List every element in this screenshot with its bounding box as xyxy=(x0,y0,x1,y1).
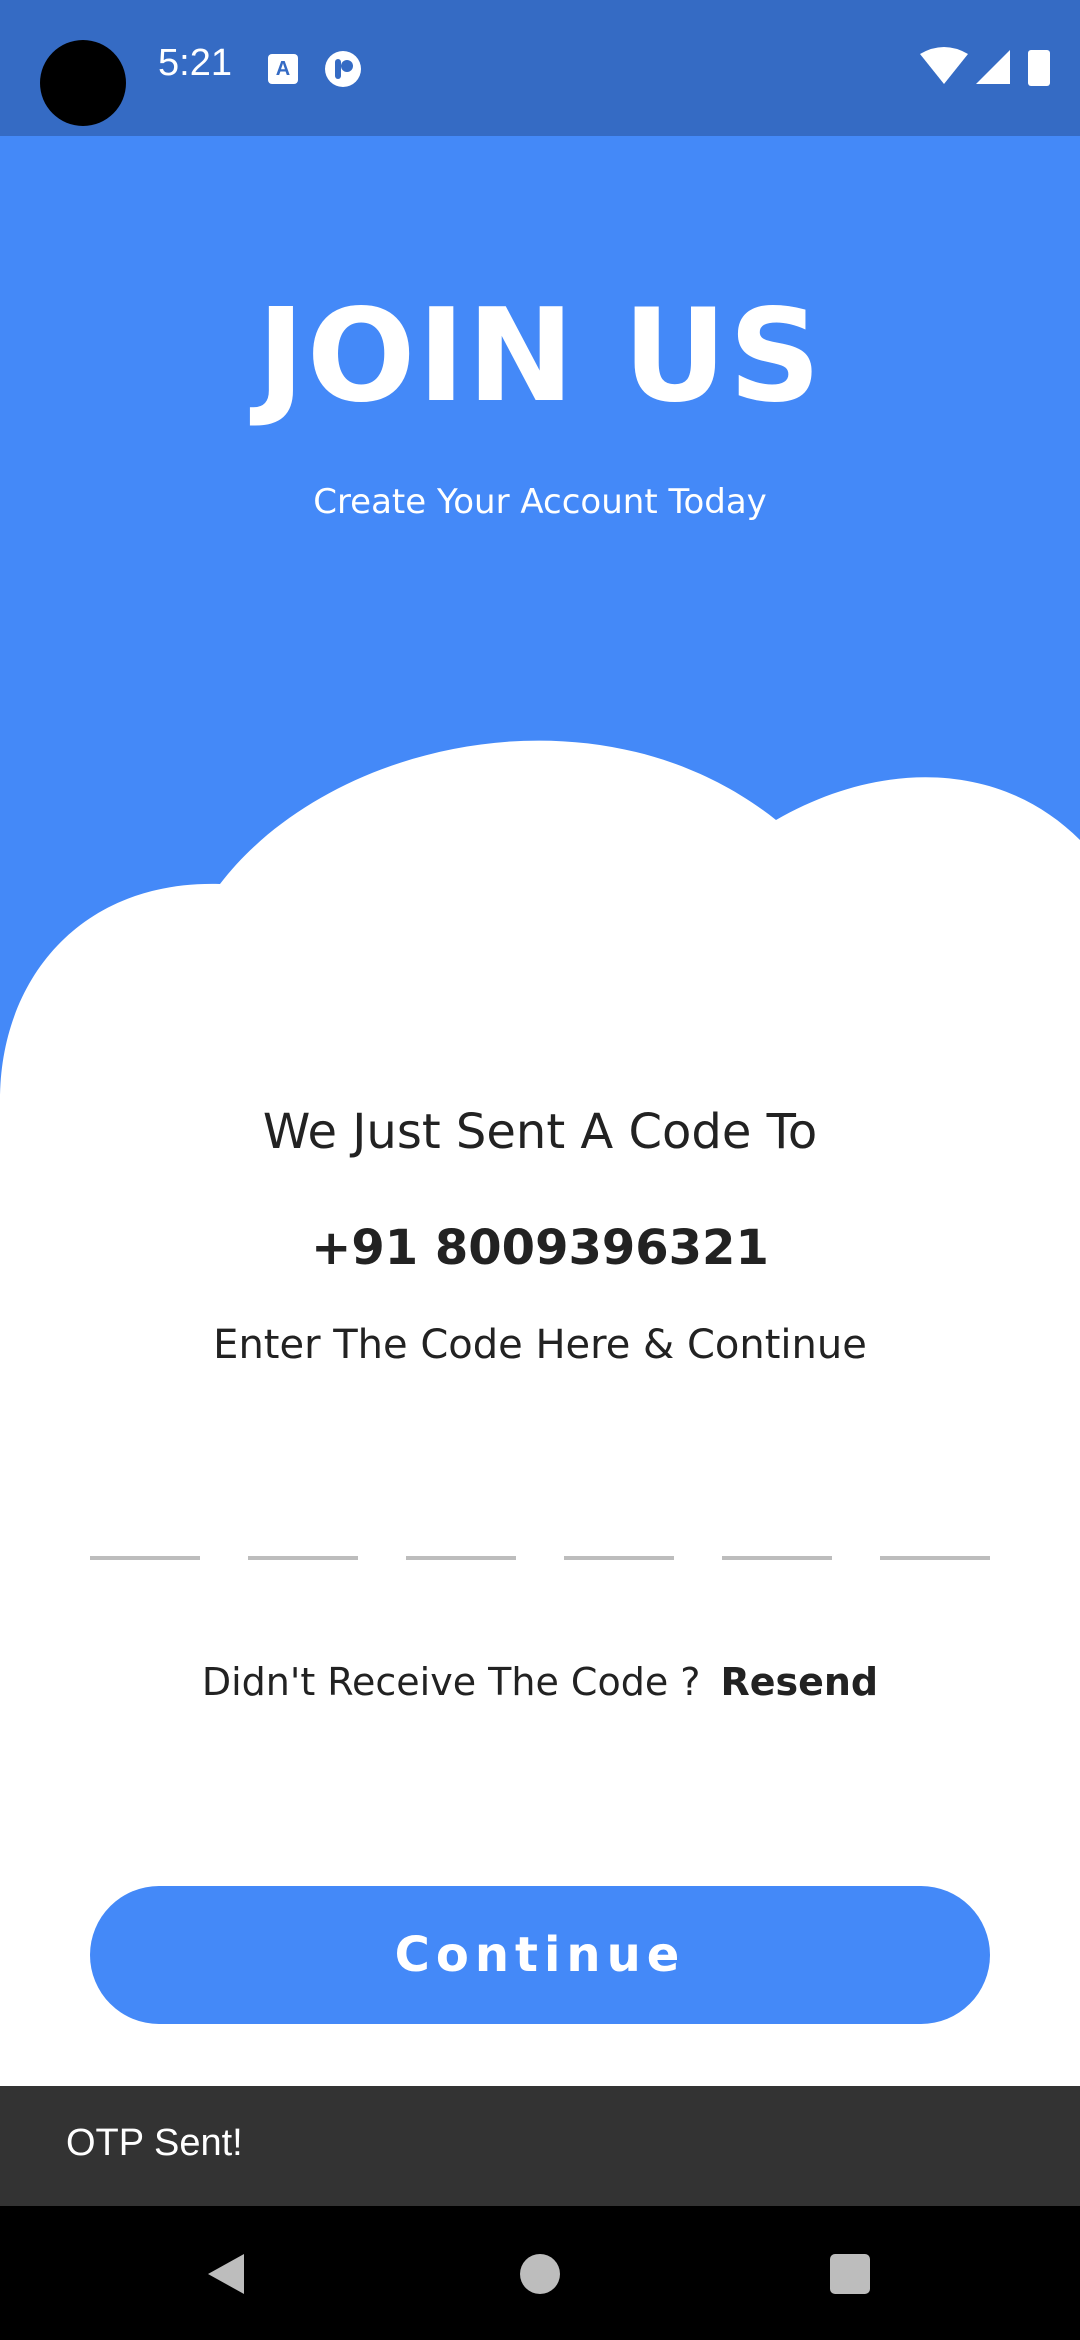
page-subtitle: Create Your Account Today xyxy=(313,482,767,522)
status-bar: 5:21 A xyxy=(0,0,1080,136)
continue-button[interactable]: Continue xyxy=(90,1886,990,2024)
otp-digit-3[interactable] xyxy=(406,1480,516,1560)
otp-digit-6[interactable] xyxy=(880,1480,990,1560)
page-title: JOIN US xyxy=(257,282,823,431)
code-sent-text: We Just Sent A Code To xyxy=(262,1104,818,1160)
snackbar-message: OTP Sent! xyxy=(66,2122,243,2164)
text-format-icon: A xyxy=(268,54,298,84)
otp-input-row xyxy=(90,1480,990,1560)
otp-digit-2[interactable] xyxy=(248,1480,358,1560)
resend-question: Didn't Receive The Code ? xyxy=(201,1660,701,1704)
status-time: 5:21 xyxy=(158,42,232,84)
wifi-icon xyxy=(920,47,968,84)
back-icon[interactable] xyxy=(204,2250,248,2298)
camera-cutout xyxy=(40,40,126,126)
resend-line: Didn't Receive The Code ? Resend xyxy=(0,1660,1080,1704)
pinterest-like-icon xyxy=(325,51,361,87)
otp-digit-4[interactable] xyxy=(564,1480,674,1560)
status-system-icons xyxy=(920,47,1050,86)
instruction-text: Enter The Code Here & Continue xyxy=(213,1322,867,1368)
cellular-signal-icon xyxy=(976,50,1010,84)
otp-digit-5[interactable] xyxy=(722,1480,832,1560)
navigation-bar xyxy=(0,2206,1080,2340)
phone-number: +91 8009396321 xyxy=(311,1220,769,1276)
home-icon[interactable] xyxy=(520,2254,560,2294)
snackbar: OTP Sent! xyxy=(0,2086,1080,2206)
recents-icon[interactable] xyxy=(830,2254,870,2294)
otp-digit-1[interactable] xyxy=(90,1480,200,1560)
battery-icon xyxy=(1028,50,1050,86)
resend-link[interactable]: Resend xyxy=(720,1660,878,1704)
